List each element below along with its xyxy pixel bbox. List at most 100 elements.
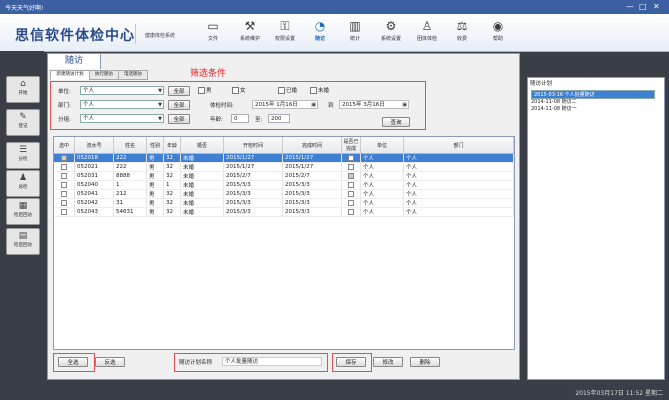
invert-selection-button[interactable]: 反选: [95, 357, 125, 367]
table-row[interactable]: 052018 222 男 32 未婚 2015/1/27 2015/1/27 个人 个人: [54, 153, 514, 163]
row-checkbox[interactable]: [61, 163, 67, 170]
table-row[interactable]: 052040 1 男 1 未婚 2015/3/3 2015/3/3 个人 个人: [54, 180, 514, 190]
sidebar-item-revisit-2[interactable]: ▤ 检后回访: [6, 228, 40, 255]
save-button[interactable]: 保存: [336, 357, 366, 367]
row-select-cell[interactable]: [54, 162, 75, 172]
cell-done[interactable]: [341, 198, 361, 208]
query-button[interactable]: 查询: [382, 117, 410, 127]
group-select[interactable]: 个人 ▼: [80, 114, 164, 123]
sidebar-item-revisit[interactable]: ▦ 检后回访: [6, 198, 40, 225]
plan-list-item[interactable]: 2014-11-08 随访二: [531, 98, 577, 105]
col-unit[interactable]: 单位: [360, 137, 404, 154]
done-checkbox[interactable]: [348, 163, 354, 170]
table-row[interactable]: 052043 54631 男 32 未婚 2015/3/3 2015/3/3 个人 个人: [54, 207, 514, 217]
col-serial[interactable]: 流水号: [74, 137, 114, 154]
done-checkbox[interactable]: [348, 181, 354, 188]
cell-done[interactable]: [341, 189, 361, 199]
help-icon: ◉: [492, 19, 504, 33]
row-select-cell[interactable]: [54, 180, 75, 190]
row-checkbox[interactable]: [61, 208, 67, 215]
tab-phone[interactable]: 电话随访: [118, 70, 148, 80]
toolbar-settings[interactable]: ⚙ 系统设置: [373, 19, 409, 49]
dept-select[interactable]: 个人 ▼: [80, 100, 164, 109]
toolbar-followup[interactable]: ◔ 随访: [302, 19, 338, 49]
cell-sex: 男: [146, 180, 164, 190]
table-row[interactable]: 052041 212 男 32 未婚 2015/3/3 2015/3/3 个人 个人: [54, 189, 514, 199]
plan-list-item[interactable]: 2014-11-08 随访一: [531, 105, 577, 112]
maximize-button[interactable]: □: [639, 2, 647, 11]
row-select-cell[interactable]: [54, 189, 75, 199]
toolbar-group-exam[interactable]: ♙ 团体体检: [409, 19, 445, 49]
sidebar-item-sort[interactable]: ☰ 分检: [6, 142, 40, 169]
col-sex[interactable]: 性别: [146, 137, 164, 154]
toolbar-help[interactable]: ◉ 帮助: [480, 19, 516, 49]
tab-followup[interactable]: 随访: [47, 53, 101, 69]
done-checkbox[interactable]: [348, 172, 354, 179]
row-checkbox[interactable]: [61, 190, 67, 197]
age-to-input[interactable]: 200: [268, 114, 290, 123]
col-dept[interactable]: 部门: [403, 137, 514, 154]
cell-done[interactable]: [341, 171, 361, 181]
cell-done[interactable]: [341, 153, 361, 163]
row-checkbox[interactable]: [61, 172, 67, 179]
edit-button[interactable]: 修改: [373, 357, 403, 367]
sidebar-item-summary[interactable]: ♟ 总检: [6, 170, 40, 197]
col-name[interactable]: 姓名: [113, 137, 147, 154]
row-select-cell[interactable]: [54, 171, 75, 181]
done-checkbox[interactable]: [348, 208, 354, 215]
table-body: 052018 222 男 32 未婚 2015/1/27 2015/1/27 个人 个人 0520…: [54, 153, 514, 217]
select-all-button[interactable]: 全选: [58, 357, 88, 367]
row-select-cell[interactable]: [54, 207, 75, 217]
sidebar-item-start[interactable]: ⌂ 开始: [6, 76, 40, 103]
tab-new-plan[interactable]: 新建随访计划: [50, 70, 90, 80]
col-select[interactable]: 选中: [54, 137, 75, 154]
table-row[interactable]: 052021 222 男 32 未婚 2015/1/27 2015/1/27 个人 个人: [54, 162, 514, 172]
age-from-input[interactable]: 0: [231, 114, 249, 123]
row-checkbox[interactable]: [61, 154, 67, 161]
row-checkbox[interactable]: [61, 199, 67, 206]
dept-all-button[interactable]: 全部: [168, 100, 190, 110]
col-married[interactable]: 婚否: [180, 137, 224, 154]
table-row[interactable]: 052031 8888 男 32 未婚 2015/2/7 2015/2/7 个人 个人: [54, 171, 514, 181]
cell-done[interactable]: [341, 207, 361, 217]
delete-button[interactable]: 删除: [410, 357, 440, 367]
male-checkbox[interactable]: [198, 87, 205, 94]
col-finish-time[interactable]: 完成时间: [282, 137, 342, 154]
table-row[interactable]: 052042 31 男 32 未婚 2015/3/3 2015/3/3 个人 个人: [54, 198, 514, 208]
date-from-picker[interactable]: 2015年 1月16日 ▣: [252, 100, 318, 109]
tab-execute[interactable]: 执行随访: [89, 70, 119, 80]
chevron-down-icon: ▼: [158, 116, 162, 122]
row-checkbox[interactable]: [61, 181, 67, 188]
toolbar-label: 系统设置: [380, 36, 401, 42]
unit-select[interactable]: 个人 ▼: [80, 86, 164, 95]
toolbar-maintenance[interactable]: ⚒ 系统维护: [232, 19, 268, 49]
unmarried-checkbox[interactable]: [310, 87, 317, 94]
group-all-button[interactable]: 全部: [168, 114, 190, 124]
done-checkbox[interactable]: [348, 154, 354, 161]
chevron-down-icon: ▼: [158, 102, 162, 108]
date-to-picker[interactable]: 2015年 3月16日 ▣: [339, 100, 409, 109]
female-checkbox[interactable]: [232, 87, 239, 94]
cell-done[interactable]: [341, 180, 361, 190]
row-select-cell[interactable]: [54, 153, 75, 163]
toolbar-stats[interactable]: ▥ 统计: [337, 19, 373, 49]
married-checkbox[interactable]: [278, 87, 285, 94]
col-done[interactable]: 是否已完成: [341, 137, 361, 154]
sidebar-item-register[interactable]: ✎ 登记: [6, 109, 40, 136]
row-select-cell[interactable]: [54, 198, 75, 208]
cell-age: 1: [163, 180, 181, 190]
male-label: 男: [206, 88, 212, 94]
toolbar-permission[interactable]: ⚿ 权限设置: [267, 19, 303, 49]
minimize-button[interactable]: —: [626, 2, 634, 11]
toolbar-fees[interactable]: ⚖ 收费: [444, 19, 480, 49]
col-age[interactable]: 年龄: [163, 137, 181, 154]
close-button[interactable]: ✕: [653, 2, 660, 11]
toolbar-file[interactable]: ▭ 文件: [195, 19, 231, 49]
unit-all-button[interactable]: 全部: [168, 86, 190, 96]
cell-done[interactable]: [341, 162, 361, 172]
plan-name-input[interactable]: 个人批量随访: [222, 357, 322, 366]
done-checkbox[interactable]: [348, 190, 354, 197]
cell-unit: 个人: [360, 207, 404, 217]
col-start-time[interactable]: 开检时间: [223, 137, 283, 154]
done-checkbox[interactable]: [348, 199, 354, 206]
